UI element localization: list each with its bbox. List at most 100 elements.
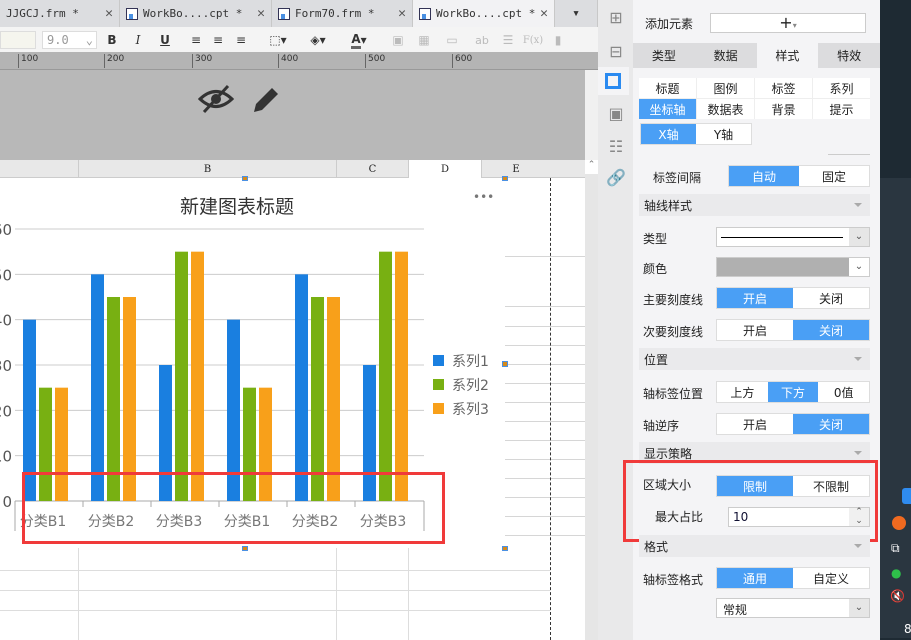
- subtab-legend[interactable]: 图例: [697, 78, 754, 98]
- section-axis-line-style[interactable]: 轴线样式: [639, 194, 870, 216]
- resize-handle[interactable]: [502, 361, 508, 367]
- subtab-axis[interactable]: 坐标轴: [639, 99, 696, 119]
- eye-slash-icon[interactable]: [198, 84, 234, 114]
- bar-系列3: [191, 251, 204, 501]
- option-bottom[interactable]: 下方: [767, 382, 819, 402]
- resize-handle[interactable]: [502, 546, 508, 551]
- section-position[interactable]: 位置: [639, 348, 870, 370]
- hierarchy-icon[interactable]: ☷: [606, 137, 626, 157]
- column-e[interactable]: E: [481, 160, 550, 178]
- format-select[interactable]: 常规 ⌄: [716, 598, 870, 618]
- column-d[interactable]: D: [408, 160, 481, 178]
- field-icon[interactable]: ▭: [444, 31, 460, 49]
- option-custom[interactable]: 自定义: [793, 568, 869, 588]
- subtab-background[interactable]: 背景: [755, 99, 812, 119]
- pencil-icon[interactable]: [250, 84, 282, 116]
- option-top[interactable]: 上方: [717, 382, 768, 402]
- close-icon[interactable]: ✕: [398, 6, 406, 21]
- tab-workbook-1[interactable]: WorkBo....cpt * ✕: [120, 0, 272, 27]
- subtab-title[interactable]: 标题: [639, 78, 696, 98]
- font-name-select[interactable]: [0, 31, 36, 49]
- line-type-select[interactable]: ⌄: [716, 227, 870, 247]
- y-tick-label: 40: [0, 312, 12, 330]
- option-on[interactable]: 开启: [717, 320, 793, 340]
- option-general[interactable]: 通用: [717, 568, 793, 588]
- bar-系列1: [91, 274, 104, 501]
- bold-button[interactable]: B: [104, 31, 120, 49]
- link-icon[interactable]: 🔗: [606, 168, 626, 188]
- workbook-icon: [126, 7, 138, 20]
- mute-icon[interactable]: 🔇: [890, 589, 905, 603]
- label-format-toggle: 通用 自定义: [716, 567, 870, 589]
- tab-data[interactable]: 数据: [695, 43, 757, 68]
- fill-color-icon[interactable]: ◈▾: [305, 31, 331, 49]
- font-size-select[interactable]: 9.0 ⌄: [42, 31, 97, 49]
- cell-attr-icon[interactable]: ⊟: [606, 42, 626, 62]
- close-icon[interactable]: ✕: [257, 6, 265, 21]
- option-off[interactable]: 关闭: [793, 288, 869, 308]
- chart[interactable]: 0102030405060分类B1分类B2分类B3分类B1分类B2分类B3系列1…: [0, 178, 505, 548]
- label-interval-toggle: 自动 固定: [728, 165, 870, 187]
- merge-cell-icon[interactable]: ▣: [390, 31, 406, 49]
- tab-type[interactable]: 类型: [633, 43, 695, 68]
- tab-workbook-2[interactable]: WorkBo....cpt * ✕: [413, 0, 555, 27]
- align-right-icon[interactable]: ≡: [233, 31, 249, 49]
- subtab-tooltip[interactable]: 提示: [813, 99, 870, 119]
- option-on[interactable]: 开启: [717, 288, 793, 308]
- column-b[interactable]: B: [78, 160, 336, 178]
- chart-title[interactable]: 新建图表标题: [180, 192, 294, 219]
- subtab-label[interactable]: 标签: [755, 78, 812, 98]
- legend-swatch: [433, 403, 444, 414]
- scroll-up-icon[interactable]: ⌃: [585, 160, 598, 174]
- option-fixed[interactable]: 固定: [799, 166, 869, 186]
- tab-label: WorkBo....cpt *: [436, 7, 536, 20]
- chevron-down-icon: ⌄: [85, 33, 93, 47]
- tab-effects[interactable]: 特效: [818, 43, 880, 68]
- add-element-button[interactable]: +▾: [710, 13, 866, 33]
- tab-style[interactable]: 样式: [756, 43, 819, 68]
- align-left-icon[interactable]: ≡: [188, 31, 204, 49]
- preview-toolbar: [0, 70, 585, 160]
- subtab-series[interactable]: 系列: [813, 78, 870, 98]
- tab-list-dropdown-icon[interactable]: ▾: [555, 0, 598, 27]
- window-icon[interactable]: ⧉: [891, 541, 900, 556]
- vertical-scrollbar[interactable]: ⌃: [585, 160, 598, 640]
- italic-button[interactable]: I: [130, 31, 146, 49]
- color-select[interactable]: ⌄: [716, 257, 870, 277]
- resize-handle[interactable]: [242, 546, 248, 551]
- y-axis-tab[interactable]: Y轴: [696, 124, 751, 144]
- align-center-icon[interactable]: ≡: [210, 31, 226, 49]
- app-icon[interactable]: [902, 488, 911, 504]
- border-icon[interactable]: ⬚▾: [265, 31, 291, 49]
- table-icon[interactable]: ▦: [416, 31, 432, 49]
- underline-button[interactable]: U: [157, 31, 173, 49]
- color-swatch: [717, 258, 849, 276]
- wechat-icon[interactable]: ●: [891, 566, 901, 580]
- tab-form70[interactable]: Form70.frm * ✕: [272, 0, 413, 27]
- app-icon[interactable]: [892, 516, 906, 530]
- column-c[interactable]: C: [336, 160, 408, 178]
- x-axis-tab[interactable]: X轴: [641, 124, 696, 144]
- close-icon[interactable]: ✕: [105, 6, 113, 21]
- chart-attr-tab[interactable]: [598, 67, 629, 95]
- option-on[interactable]: 开启: [717, 414, 793, 434]
- option-zero[interactable]: 0值: [818, 382, 869, 402]
- font-color-button[interactable]: A ▾: [345, 31, 373, 49]
- option-off[interactable]: 关闭: [793, 414, 869, 434]
- more-icon[interactable]: •••: [473, 190, 494, 204]
- subtab-datasheet[interactable]: 数据表: [697, 99, 754, 119]
- resize-handle[interactable]: [502, 176, 508, 181]
- chart-icon[interactable]: ▮: [550, 31, 566, 49]
- text-button[interactable]: ab: [474, 31, 490, 49]
- formula-button[interactable]: F(x): [523, 31, 543, 49]
- section-format[interactable]: 格式: [639, 535, 870, 557]
- option-auto[interactable]: 自动: [729, 166, 799, 186]
- option-off[interactable]: 关闭: [793, 320, 869, 340]
- highlight-box: [22, 472, 445, 544]
- layout-icon[interactable]: ⊞: [606, 8, 626, 28]
- tab-jjgcj[interactable]: JJGCJ.frm * ✕: [0, 0, 120, 27]
- list-icon[interactable]: ☰: [500, 31, 516, 49]
- close-icon[interactable]: ✕: [540, 6, 548, 21]
- widget-icon[interactable]: ▣: [606, 104, 626, 124]
- resize-handle[interactable]: [242, 176, 248, 181]
